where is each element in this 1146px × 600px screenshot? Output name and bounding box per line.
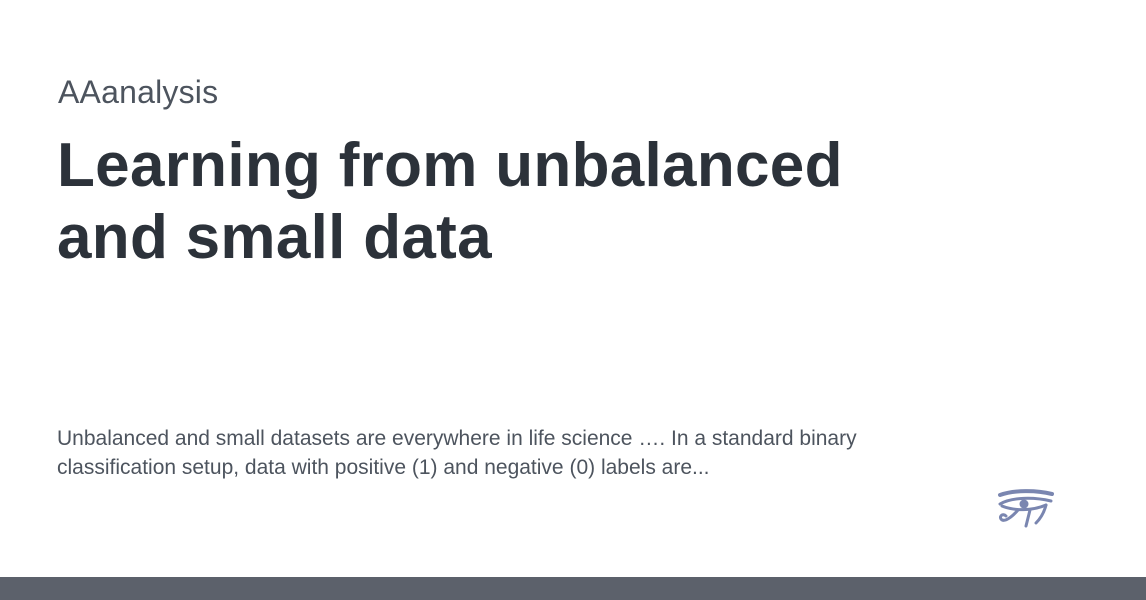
page-title-line: Learning from unbalanced [57, 131, 843, 200]
eye-of-horus-icon [996, 489, 1056, 533]
site-name: AAanalysis [58, 74, 219, 110]
page-title-line: and small data [57, 203, 492, 272]
page-title: Learning from unbalanced and small data [57, 130, 877, 274]
description-line: Unbalanced and small datasets are everyw… [57, 427, 857, 450]
page-description: Unbalanced and small datasets are everyw… [57, 424, 977, 482]
footer-bar [0, 577, 1146, 600]
description-line: classification setup, data with positive… [57, 456, 710, 479]
